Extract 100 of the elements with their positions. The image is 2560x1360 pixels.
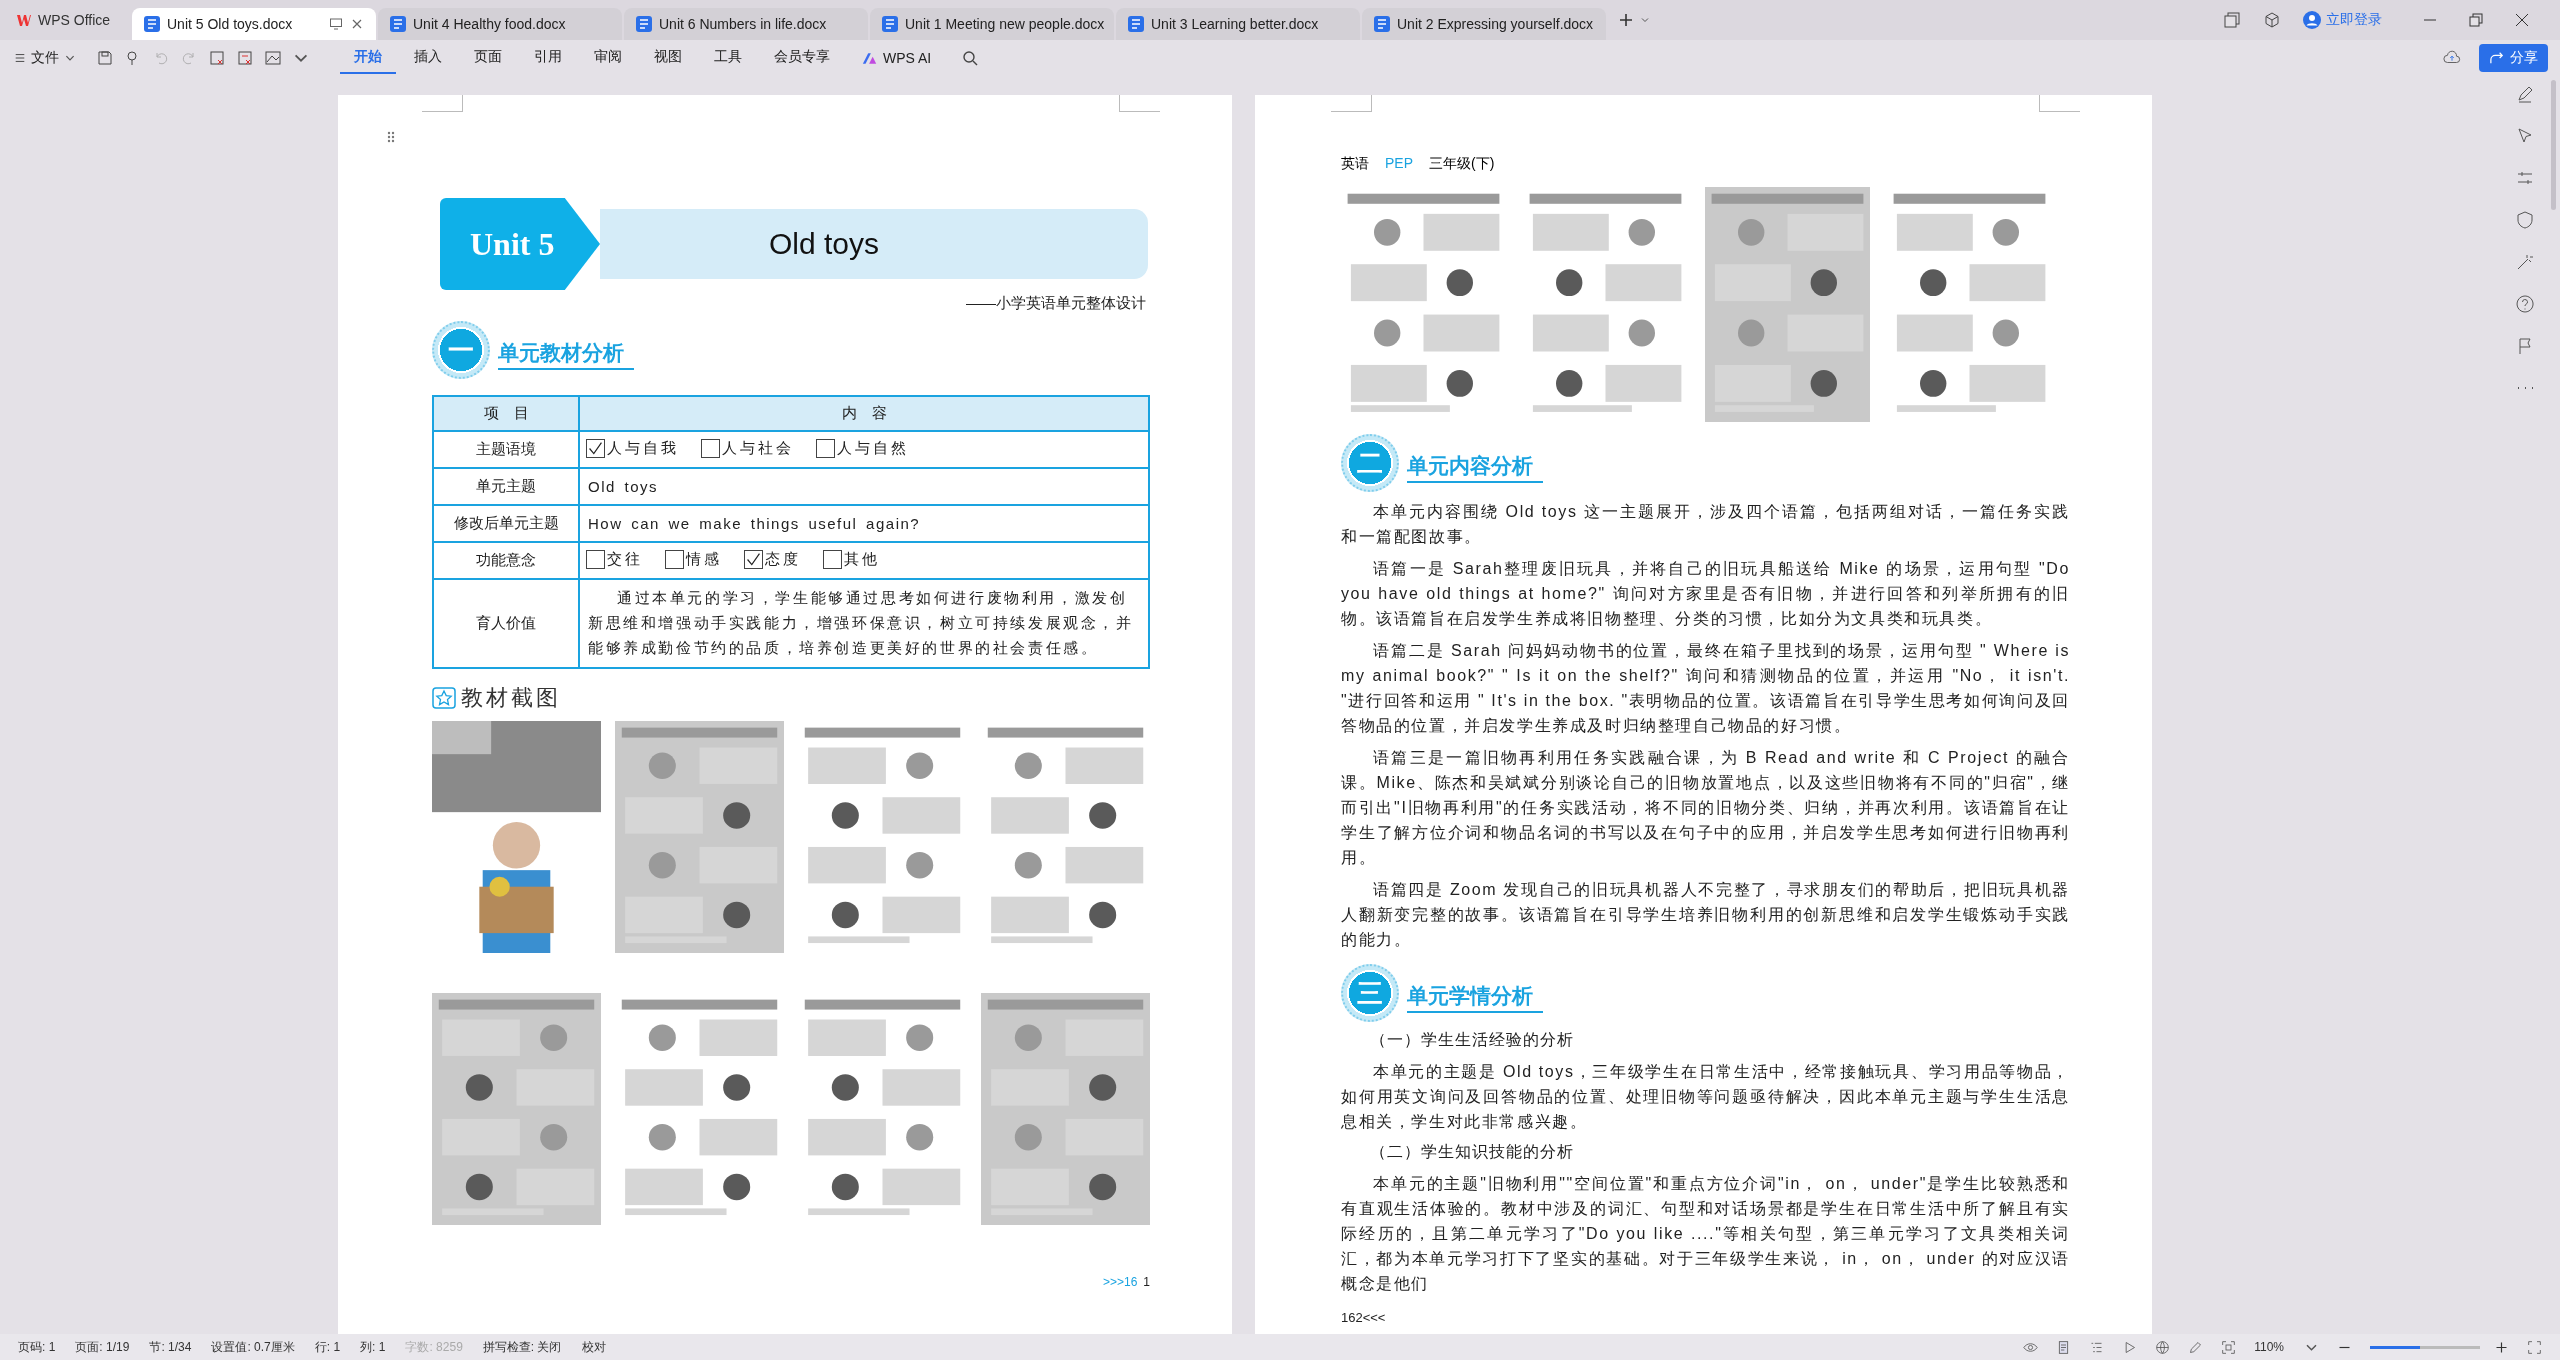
checkbox[interactable] (744, 549, 763, 569)
status-item: 页面: 1/19 (75, 1338, 130, 1356)
scrollbar[interactable] (2551, 80, 2556, 210)
ribbon-tab[interactable]: 审阅 (580, 42, 636, 74)
ribbon-tab[interactable]: 工具 (700, 42, 756, 74)
drag-handle-icon[interactable] (386, 130, 396, 144)
spell-check-menu[interactable]: 拼写检查: 关闭 (482, 1338, 562, 1356)
monitor-icon[interactable] (329, 17, 343, 31)
running-header: 英语 (1341, 155, 1369, 173)
crop-mark (2039, 95, 2080, 112)
section-title: 单元教材分析 (498, 338, 634, 370)
ribbon-tab[interactable]: 视图 (640, 42, 696, 74)
shield-icon[interactable] (2515, 210, 2535, 230)
save-icon[interactable] (96, 49, 114, 67)
table-cell: 主题语境 (433, 431, 579, 468)
paragraph: 语篇四是 Zoom 发现自己的旧玩具机器人不完整了，寻求朋友们的帮助后，把旧玩具机器人翻新变完整的故事。该语篇旨在引导学生培养旧物利用的创新思维和启发学生锻炼动手实践的能力。 (1341, 880, 2070, 950)
table-cell: 功能意念 (433, 542, 579, 579)
wps-logo-icon (16, 12, 32, 28)
status-item: 页码: 1 (18, 1338, 56, 1356)
checkbox[interactable] (586, 549, 605, 569)
star-icon (432, 687, 456, 709)
ribbon-tab[interactable]: 会员专享 (760, 42, 844, 74)
document-tab[interactable]: Unit 6 Numbers in life.docx (624, 8, 868, 40)
document-tab[interactable]: Unit 3 Learning better.docx (1116, 8, 1360, 40)
page-number: 1 (1143, 1275, 1150, 1289)
page-marker: >>>16 (1102, 1275, 1138, 1289)
checkbox[interactable] (665, 549, 684, 569)
windows-icon[interactable] (2223, 11, 2241, 29)
avatar-icon (2303, 11, 2321, 29)
share-button[interactable]: 分享 (2479, 44, 2548, 72)
checkbox[interactable] (586, 438, 605, 458)
title-banner: Old toys (600, 209, 1148, 279)
document-tab[interactable]: Unit 1 Meeting new people.docx (870, 8, 1114, 40)
ai-tab[interactable]: WPS AI (848, 44, 946, 72)
checkbox-label: 情感 (686, 549, 722, 569)
running-header: PEP (1385, 155, 1413, 173)
question-icon[interactable] (2515, 294, 2535, 314)
checkbox-label: 其他 (844, 549, 880, 569)
checkbox[interactable] (816, 438, 835, 458)
ribbon-tab[interactable]: 插入 (400, 42, 456, 74)
column-header: 内 容 (579, 396, 1149, 431)
close-icon[interactable] (350, 17, 364, 31)
menu-icon (14, 52, 26, 64)
section-title: 单元学情分析 (1407, 981, 1543, 1013)
document-icon (636, 16, 652, 32)
checkbox-label: 人与社会 (722, 438, 794, 458)
section-title: 单元内容分析 (1407, 451, 1543, 483)
magic-icon[interactable] (2515, 252, 2535, 272)
restore-icon[interactable] (2468, 12, 2484, 28)
checkbox-label: 人与自我 (607, 438, 679, 458)
table-cell: 通过本单元的学习，学生能够通过思考如何进行废物利用，激发创新思维和增强动手实践能力，增强环保意识，树立可持续发展观念，并能够养成勤俭节约的品质，培养创造更美好的世界的社会责任感。 (579, 579, 1149, 668)
document-tab[interactable]: Unit 5 Old toys.docx (132, 8, 376, 40)
crop-mark (1331, 95, 1372, 112)
subheading: （二）学生知识技能的分析 (1369, 1142, 1575, 1162)
ribbon-tab[interactable]: 开始 (340, 42, 396, 74)
ribbon-tab[interactable]: 页面 (460, 42, 516, 74)
checkbox-label: 态度 (765, 549, 801, 569)
image-icon[interactable] (264, 49, 282, 67)
table-cell: 育人价值 (433, 579, 579, 668)
search-icon[interactable] (961, 49, 980, 67)
status-item: 字数: 8259 (405, 1338, 463, 1356)
zoom-level[interactable]: 110% (2254, 1340, 2284, 1354)
zoom-slider[interactable] (2370, 1345, 2480, 1349)
app-tab[interactable]: WPS Office (0, 0, 132, 40)
fit-page-icon[interactable] (2221, 1339, 2237, 1355)
subtitle: ——小学英语单元整体设计 (965, 294, 1146, 313)
paragraph: 本单元内容围绕 Old toys 这一主题展开，涉及四个语篇，包括两组对话，一篇任务实践和一篇配图故事。 (1341, 502, 2070, 547)
share-icon (2489, 51, 2505, 65)
document-icon (1128, 16, 1144, 32)
proofread-button[interactable]: 校对 (581, 1338, 606, 1356)
unit-badge: Unit 5 (440, 198, 600, 290)
fullscreen-icon[interactable] (2527, 1339, 2542, 1355)
globe-icon[interactable] (2155, 1339, 2171, 1355)
paragraph: 语篇三是一篇旧物再利用任务实践融合课，为 B Read and write 和 C Project 的融合课。Mike、陈杰和吴斌斌分别谈论自己的旧物放置地点，以及这些旧物将有不同的"归宿"，继而引出"I旧物再利用"的任务实践活动，将不同的旧物分类、归纳，并再次利用。该语篇旨在让学生了解方位介词和物品名词的书写以及在句子中的应用，并启发学生思考如何进行旧物再利用。 (1341, 748, 2070, 868)
checkbox-label: 人与自然 (837, 438, 909, 458)
status-item: 设置值: 0.7厘米 (211, 1338, 295, 1356)
document-icon (144, 16, 160, 32)
add-tab-icon[interactable] (1618, 12, 1634, 28)
document-tab[interactable]: Unit 4 Healthy food.docx (378, 8, 622, 40)
section-title: 教材截图 (461, 684, 561, 712)
status-item: 列: 1 (360, 1338, 386, 1356)
subheading: （一）学生生活经验的分析 (1369, 1030, 1575, 1050)
ribbon-tab[interactable]: 引用 (520, 42, 576, 74)
checkbox[interactable] (823, 549, 842, 569)
crop-mark (422, 95, 463, 112)
table-cell: How can we make things useful again? (579, 505, 1149, 542)
pen-icon[interactable] (2515, 84, 2535, 104)
document-icon (882, 16, 898, 32)
file-menu[interactable]: 文件 (14, 49, 76, 67)
status-item: 节: 1/34 (149, 1338, 192, 1356)
document-icon (1374, 16, 1390, 32)
column-header: 项 目 (433, 396, 579, 431)
cube-icon[interactable] (2263, 11, 2281, 29)
document-icon (390, 16, 406, 32)
checkbox[interactable] (701, 438, 720, 458)
document-tab[interactable]: Unit 2 Expressing yourself.docx (1362, 8, 1606, 40)
close-icon[interactable] (2514, 12, 2530, 28)
table-cell: 单元主题 (433, 468, 579, 505)
running-header: 三年级(下) (1429, 155, 1495, 173)
section-number: 三 (1341, 964, 1399, 1022)
